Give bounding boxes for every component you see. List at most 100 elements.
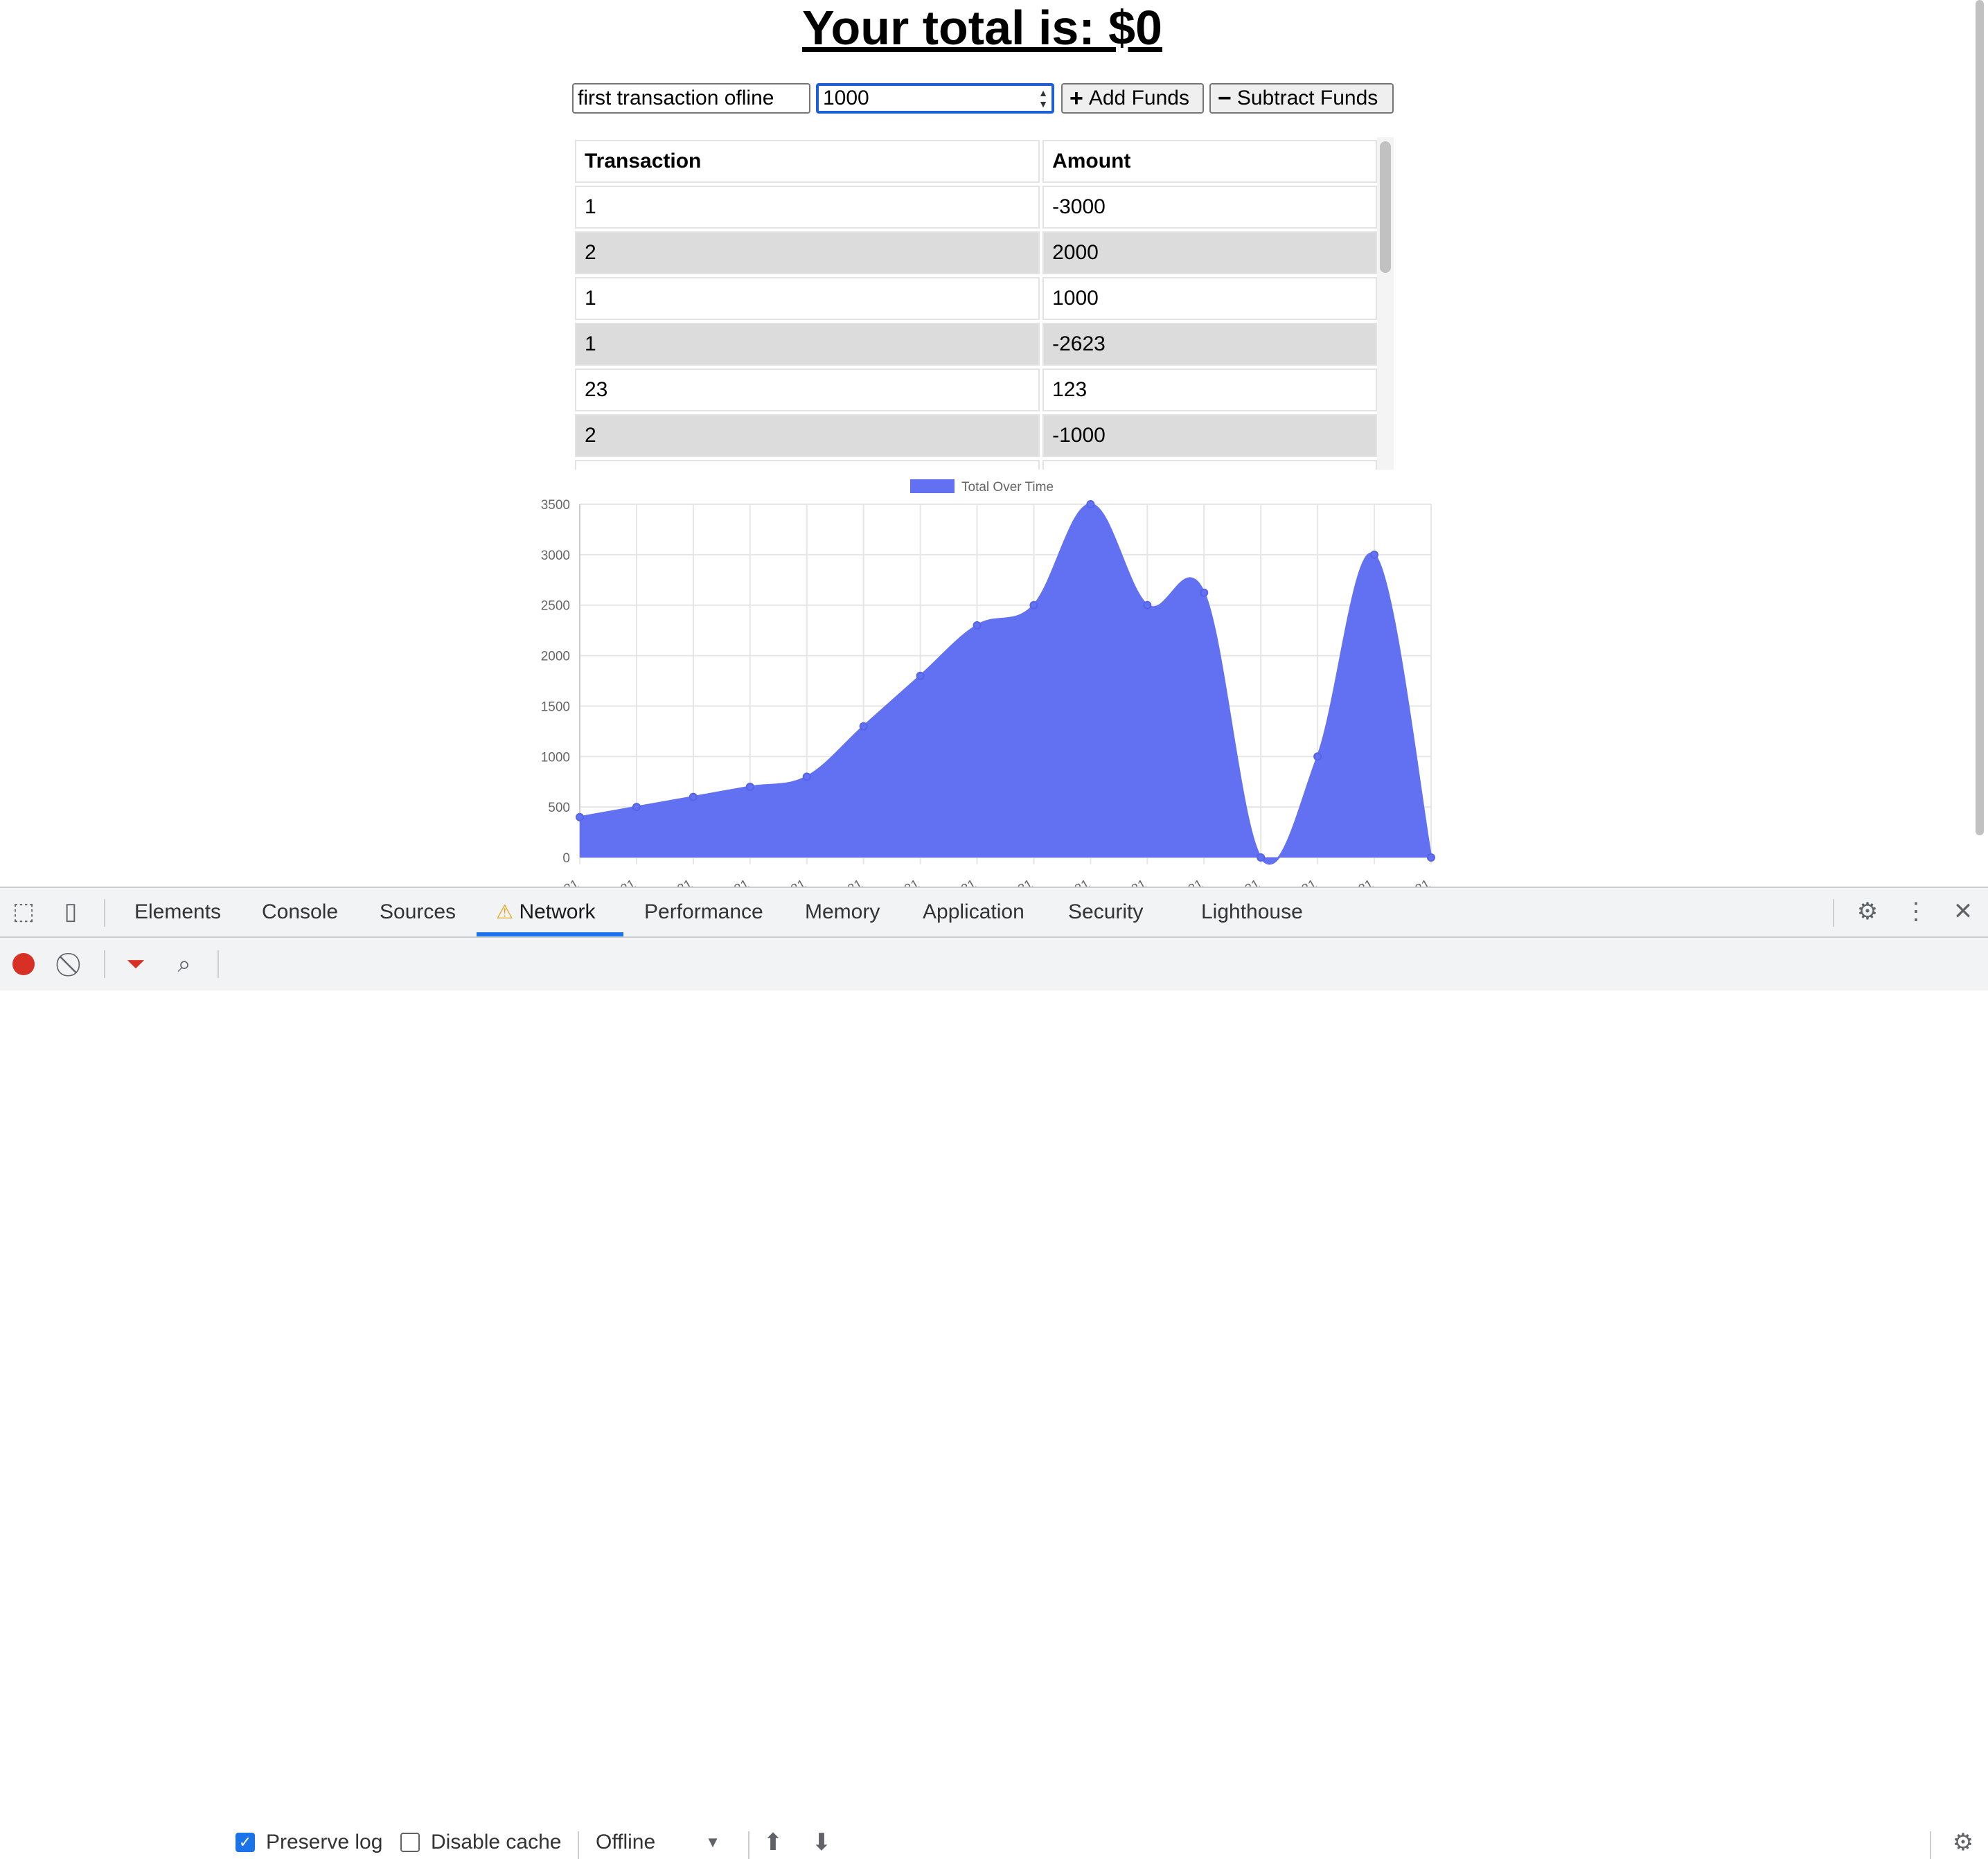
total-over-time-chart: Total Over Time 0 500 1000 1500 2000 2500 3000 3…	[541, 479, 1435, 887]
preserve-log-label: Preserve log	[266, 1831, 383, 1853]
y-tick-label: 1000	[541, 750, 570, 765]
data-point	[632, 803, 641, 812]
filter-icon[interactable]: ⏷	[122, 950, 150, 978]
table-row: 1 -2623	[575, 323, 1377, 366]
throttling-dropdown-icon[interactable]: ▼	[702, 1829, 723, 1856]
record-icon[interactable]	[12, 953, 35, 975]
amount-cell: -3000	[1042, 186, 1377, 229]
x-tick-label: /2021	[886, 877, 922, 887]
inspect-element-icon[interactable]: ⬚	[10, 898, 37, 925]
legend-label: Total Over Time	[961, 480, 1054, 495]
tab-network-label: Network	[519, 900, 596, 923]
y-tick-label: 1500	[541, 700, 570, 714]
x-tick-label: /2021	[943, 877, 979, 887]
network-toolbar: ⃠ ⏷ ⌕	[0, 938, 1988, 990]
x-tick-label: /2021	[1056, 877, 1092, 887]
table-row: 23 123	[575, 368, 1377, 411]
throttling-value: Offline	[596, 1831, 656, 1853]
page-title: Your total is: $0	[802, 1, 1162, 55]
column-header-transaction: Transaction	[575, 140, 1040, 183]
transaction-cell	[575, 460, 1040, 470]
data-point	[802, 772, 811, 781]
disable-cache-checkbox[interactable]	[400, 1833, 420, 1852]
total-over-time-area	[580, 504, 1431, 864]
table-row: 2 2000	[575, 231, 1377, 274]
x-tick-label: /2021	[1113, 877, 1149, 887]
x-tick-label: /2021	[716, 877, 752, 887]
import-har-icon[interactable]: ⬆	[759, 1829, 787, 1856]
add-funds-button[interactable]: + Add Funds	[1061, 83, 1204, 114]
export-har-icon[interactable]: ⬇	[808, 1829, 835, 1856]
more-options-icon[interactable]: ⋮	[1902, 898, 1930, 925]
preserve-log-checkbox[interactable]: ✓	[236, 1833, 255, 1852]
tab-network[interactable]: ⚠ Network	[496, 888, 595, 936]
device-toolbar-icon[interactable]: ▯	[57, 898, 85, 925]
table-row: 1 1000	[575, 277, 1377, 320]
data-point	[859, 722, 868, 731]
tab-memory[interactable]: Memory	[805, 888, 880, 936]
devtools-tab-bar: ⬚ ▯ Elements Console Sources ⚠ Network P…	[0, 888, 1988, 938]
data-point	[1029, 601, 1038, 610]
tab-performance[interactable]: Performance	[644, 888, 763, 936]
amount-cell: 123	[1042, 368, 1377, 411]
table-row: 2 -1000	[575, 414, 1377, 457]
tab-console[interactable]: Console	[262, 888, 338, 936]
tab-lighthouse[interactable]: Lighthouse	[1201, 888, 1303, 936]
transaction-cell: 23	[575, 368, 1040, 411]
x-tick-label: /2021	[1284, 877, 1320, 887]
active-tab-indicator	[477, 932, 623, 936]
amount-cell: 1000	[1042, 277, 1377, 320]
column-header-amount: Amount	[1042, 140, 1377, 183]
amount-spinner-icon[interactable]: ▲ ▼	[1036, 87, 1050, 111]
data-point	[1143, 601, 1152, 610]
legend-swatch	[910, 479, 955, 493]
x-tick-label: /2021	[603, 877, 639, 887]
subtract-funds-button[interactable]: − Subtract Funds	[1209, 83, 1394, 114]
search-icon[interactable]: ⌕	[170, 950, 198, 978]
y-tick-label: 0	[562, 851, 570, 866]
throttling-select[interactable]: Offline	[596, 1829, 655, 1856]
x-tick-label: /2021	[1340, 877, 1376, 887]
x-tick-label: /2021	[659, 877, 695, 887]
y-tick-label: 2000	[541, 650, 570, 664]
table-header-row: Transaction Amount	[575, 140, 1377, 183]
x-tick-label: /2021	[829, 877, 865, 887]
tab-security[interactable]: Security	[1068, 888, 1143, 936]
data-point	[1086, 500, 1095, 508]
tab-elements[interactable]: Elements	[134, 888, 221, 936]
minus-icon: −	[1218, 85, 1232, 112]
data-point	[973, 621, 982, 630]
amount-cell	[1042, 460, 1377, 470]
x-tick-label: /2021	[773, 877, 809, 887]
data-point	[1200, 588, 1209, 597]
x-tick-label: /2021	[1170, 877, 1206, 887]
y-tick-label: 2500	[541, 599, 570, 614]
tab-application[interactable]: Application	[923, 888, 1024, 936]
clear-log-icon[interactable]: ⃠	[60, 950, 87, 978]
data-point	[1257, 853, 1266, 862]
x-tick-label: /2021	[546, 877, 582, 887]
transaction-cell: 2	[575, 414, 1040, 457]
transaction-name-input[interactable]	[572, 83, 810, 114]
disable-cache-label: Disable cache	[431, 1831, 562, 1853]
data-point	[689, 792, 698, 801]
warning-icon: ⚠	[496, 901, 514, 923]
subtract-funds-label: Subtract Funds	[1236, 87, 1378, 109]
app-page: Your total is: $0 ▲▼ + Add Funds − Subtr…	[0, 0, 1988, 887]
transactions-table-container[interactable]: Transaction Amount 1 -3000 2 2000 1 1000 1-…	[572, 137, 1394, 470]
amount-cell: -1000	[1042, 414, 1377, 457]
table-row: 1 -3000	[575, 186, 1377, 229]
data-point	[1427, 853, 1435, 862]
network-settings-gear-icon[interactable]: ⚙	[1948, 1829, 1978, 1856]
table-scrollbar-thumb[interactable]	[1380, 141, 1391, 273]
page-scrollbar-thumb[interactable]	[1976, 0, 1984, 835]
settings-gear-icon[interactable]: ⚙	[1852, 898, 1883, 925]
y-tick-label: 3000	[541, 549, 570, 563]
transaction-cell: 1	[575, 186, 1040, 229]
transaction-amount-input[interactable]	[816, 83, 1054, 114]
close-devtools-icon[interactable]: ✕	[1949, 898, 1977, 925]
y-tick-label: 500	[548, 801, 570, 815]
x-tick-label: /2021	[1000, 877, 1036, 887]
transaction-cell: 2	[575, 231, 1040, 274]
tab-sources[interactable]: Sources	[380, 888, 456, 936]
